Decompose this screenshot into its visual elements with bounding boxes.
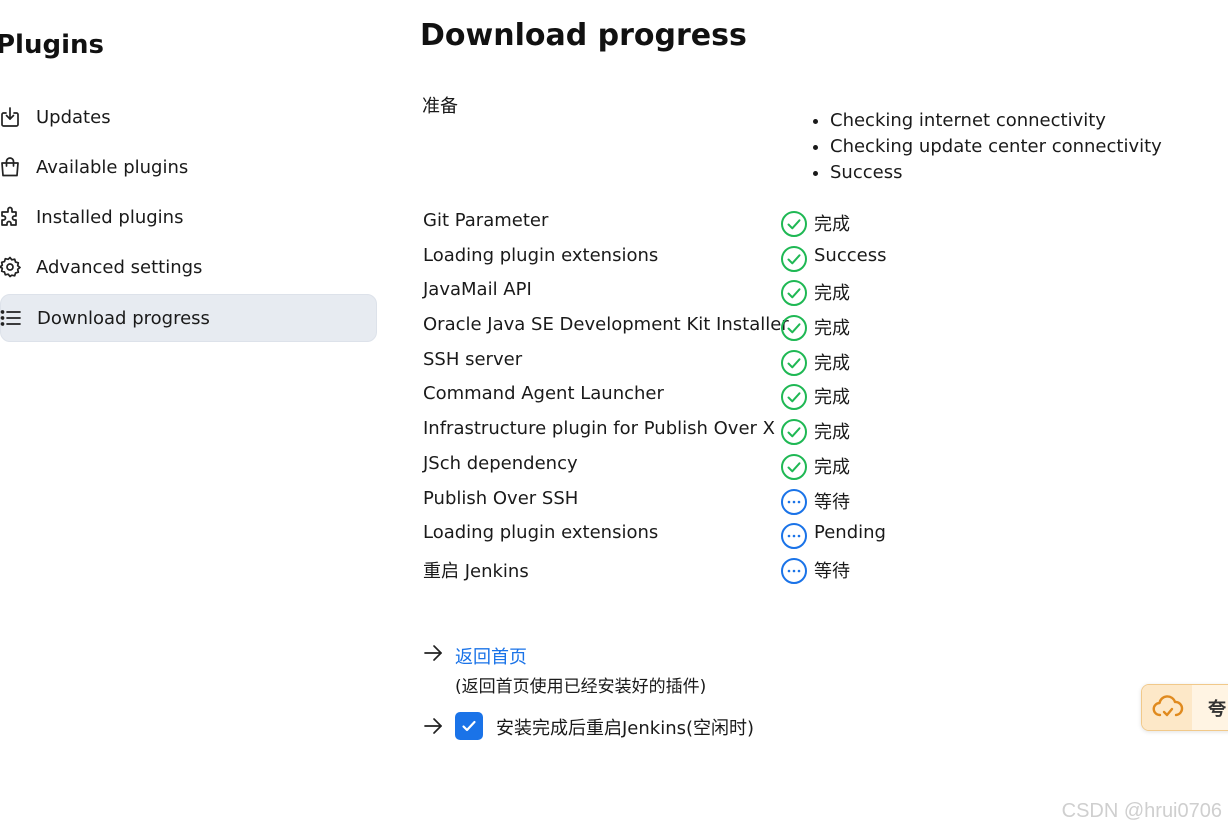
sidebar-item-available-plugins[interactable]: Available plugins — [0, 144, 377, 190]
plugin-status: 完成 — [814, 318, 850, 340]
gear-icon — [0, 255, 22, 279]
table-row: SSH server 完成 — [420, 343, 1220, 378]
pending-circle-icon — [780, 522, 808, 550]
sidebar-item-label: Download progress — [37, 307, 210, 329]
plugin-name: Loading plugin extensions — [423, 244, 659, 266]
float-icon-box — [1142, 685, 1192, 730]
plugin-name: 重启 Jenkins — [423, 560, 529, 582]
plugin-status: 等待 — [814, 560, 850, 582]
check-circle-icon — [780, 314, 808, 342]
sidebar-item-label: Advanced settings — [36, 256, 203, 278]
sidebar-item-label: Available plugins — [36, 156, 189, 178]
sidebar-item-label: Updates — [36, 106, 111, 128]
plugin-name: Infrastructure plugin for Publish Over X — [423, 418, 775, 440]
plugin-status-list: Git Parameter 完成 Loading plugin extensions… — [420, 204, 1220, 586]
sidebar-item-download-progress[interactable]: Download progress — [0, 294, 377, 342]
table-row: Loading plugin extensions Success — [420, 239, 1220, 274]
check-circle-icon — [780, 245, 808, 273]
pending-circle-icon — [780, 557, 808, 585]
pending-circle-icon — [780, 488, 808, 516]
preparation-checks: Checking internet connectivity Checking … — [806, 108, 1162, 186]
shopping-bag-icon — [0, 155, 22, 179]
table-row: Loading plugin extensions Pending — [420, 516, 1220, 551]
plugin-name: SSH server — [423, 348, 523, 370]
floating-cloud-widget[interactable]: 夸 — [1141, 684, 1228, 731]
check-circle-icon — [780, 418, 808, 446]
plugin-status: Pending — [814, 522, 886, 544]
arrow-right-icon — [422, 642, 444, 664]
page-title: Download progress — [420, 18, 747, 53]
list-item: Success — [830, 160, 1162, 186]
plugin-status: 完成 — [814, 214, 850, 235]
arrow-right-icon — [422, 715, 444, 737]
plugin-name: Publish Over SSH — [423, 487, 579, 509]
float-widget-text: 夸 — [1208, 699, 1226, 720]
preparation-label: 准备 — [422, 96, 458, 117]
table-row: Oracle Java SE Development Kit Installer… — [420, 308, 1220, 343]
list-icon — [0, 306, 23, 330]
table-row: JSch dependency 完成 — [420, 447, 1220, 482]
plugin-name: Loading plugin extensions — [423, 522, 659, 544]
restart-checkbox[interactable] — [455, 712, 483, 740]
sidebar-item-installed-plugins[interactable]: Installed plugins — [0, 194, 377, 240]
watermark: CSDN @hrui0706 — [1061, 800, 1222, 822]
plugin-status: 等待 — [814, 491, 850, 513]
table-row: Publish Over SSH 等待 — [420, 482, 1220, 517]
puzzle-icon — [0, 205, 22, 229]
sidebar: Plugins Updates Available plugins Instal… — [0, 0, 380, 834]
restart-checkbox-label[interactable]: 安装完成后重启Jenkins(空闲时) — [496, 714, 754, 740]
check-circle-icon — [780, 210, 808, 238]
plugin-status: 完成 — [814, 352, 850, 374]
plugin-name: Command Agent Launcher — [423, 383, 664, 405]
check-circle-icon — [780, 453, 808, 481]
home-link[interactable]: 返回首页 — [455, 643, 527, 669]
list-item: Checking update center connectivity — [830, 134, 1162, 160]
cloud-icon — [1152, 693, 1184, 725]
plugin-name: Oracle Java SE Development Kit Installer — [423, 314, 789, 336]
table-row: 重启 Jenkins 等待 — [420, 551, 1220, 586]
list-item: Checking internet connectivity — [830, 108, 1162, 134]
plugin-name: Git Parameter — [423, 210, 549, 231]
sidebar-item-advanced-settings[interactable]: Advanced settings — [0, 244, 377, 290]
download-icon — [0, 105, 22, 129]
table-row: JavaMail API 完成 — [420, 273, 1220, 308]
sidebar-title: Plugins — [0, 30, 104, 60]
sidebar-nav: Updates Available plugins Installed plug… — [0, 94, 377, 346]
plugin-status: 完成 — [814, 456, 850, 478]
plugin-status: Success — [814, 244, 887, 266]
table-row: Infrastructure plugin for Publish Over X… — [420, 412, 1220, 447]
plugin-name: JavaMail API — [423, 279, 532, 301]
plugin-status: 完成 — [814, 422, 850, 444]
home-link-description: (返回首页使用已经安装好的插件) — [455, 677, 707, 697]
plugin-status: 完成 — [814, 387, 850, 409]
table-row: Command Agent Launcher 完成 — [420, 377, 1220, 412]
check-circle-icon — [780, 383, 808, 411]
table-row: Git Parameter 完成 — [420, 204, 1220, 239]
plugin-status: 完成 — [814, 283, 850, 305]
sidebar-item-updates[interactable]: Updates — [0, 94, 377, 140]
check-circle-icon — [780, 349, 808, 377]
sidebar-item-label: Installed plugins — [36, 206, 184, 228]
check-circle-icon — [780, 279, 808, 307]
main-content: Download progress 准备 Checking internet c… — [420, 0, 1228, 834]
plugin-name: JSch dependency — [423, 452, 578, 474]
